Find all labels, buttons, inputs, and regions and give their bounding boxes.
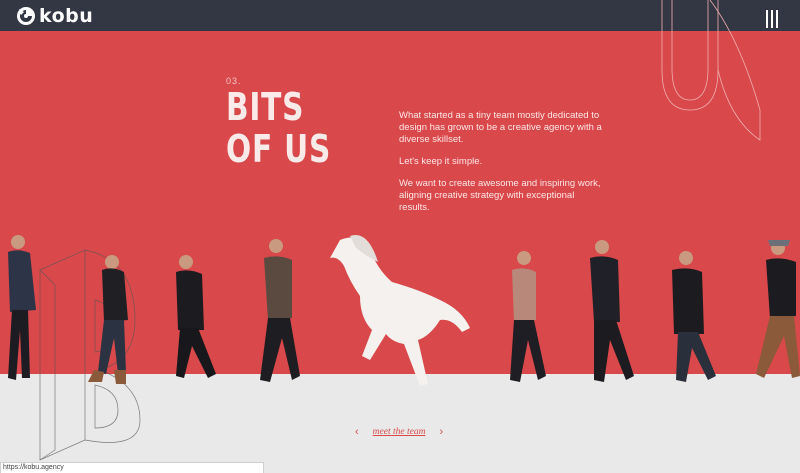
team-member-figure[interactable] <box>176 255 216 378</box>
team-member-figure[interactable] <box>8 235 36 380</box>
chevron-left-icon[interactable]: ‹ <box>355 425 359 439</box>
team-member-figure[interactable] <box>260 239 300 382</box>
team-navigation: ‹ meet the team › <box>355 425 443 439</box>
meet-the-team-link[interactable]: meet the team <box>373 427 426 437</box>
chevron-right-icon[interactable]: › <box>439 425 443 439</box>
team-member-figure[interactable] <box>756 240 800 378</box>
team-member-figure[interactable] <box>672 251 716 382</box>
white-horse-figure <box>330 235 470 386</box>
team-member-figure[interactable] <box>590 240 634 382</box>
team-member-figure[interactable] <box>88 255 128 384</box>
status-url: https://kobu.agency <box>3 464 64 471</box>
team-member-figure[interactable] <box>510 251 546 382</box>
browser-status-bar: https://kobu.agency <box>0 462 264 473</box>
team-lineup <box>8 235 800 386</box>
